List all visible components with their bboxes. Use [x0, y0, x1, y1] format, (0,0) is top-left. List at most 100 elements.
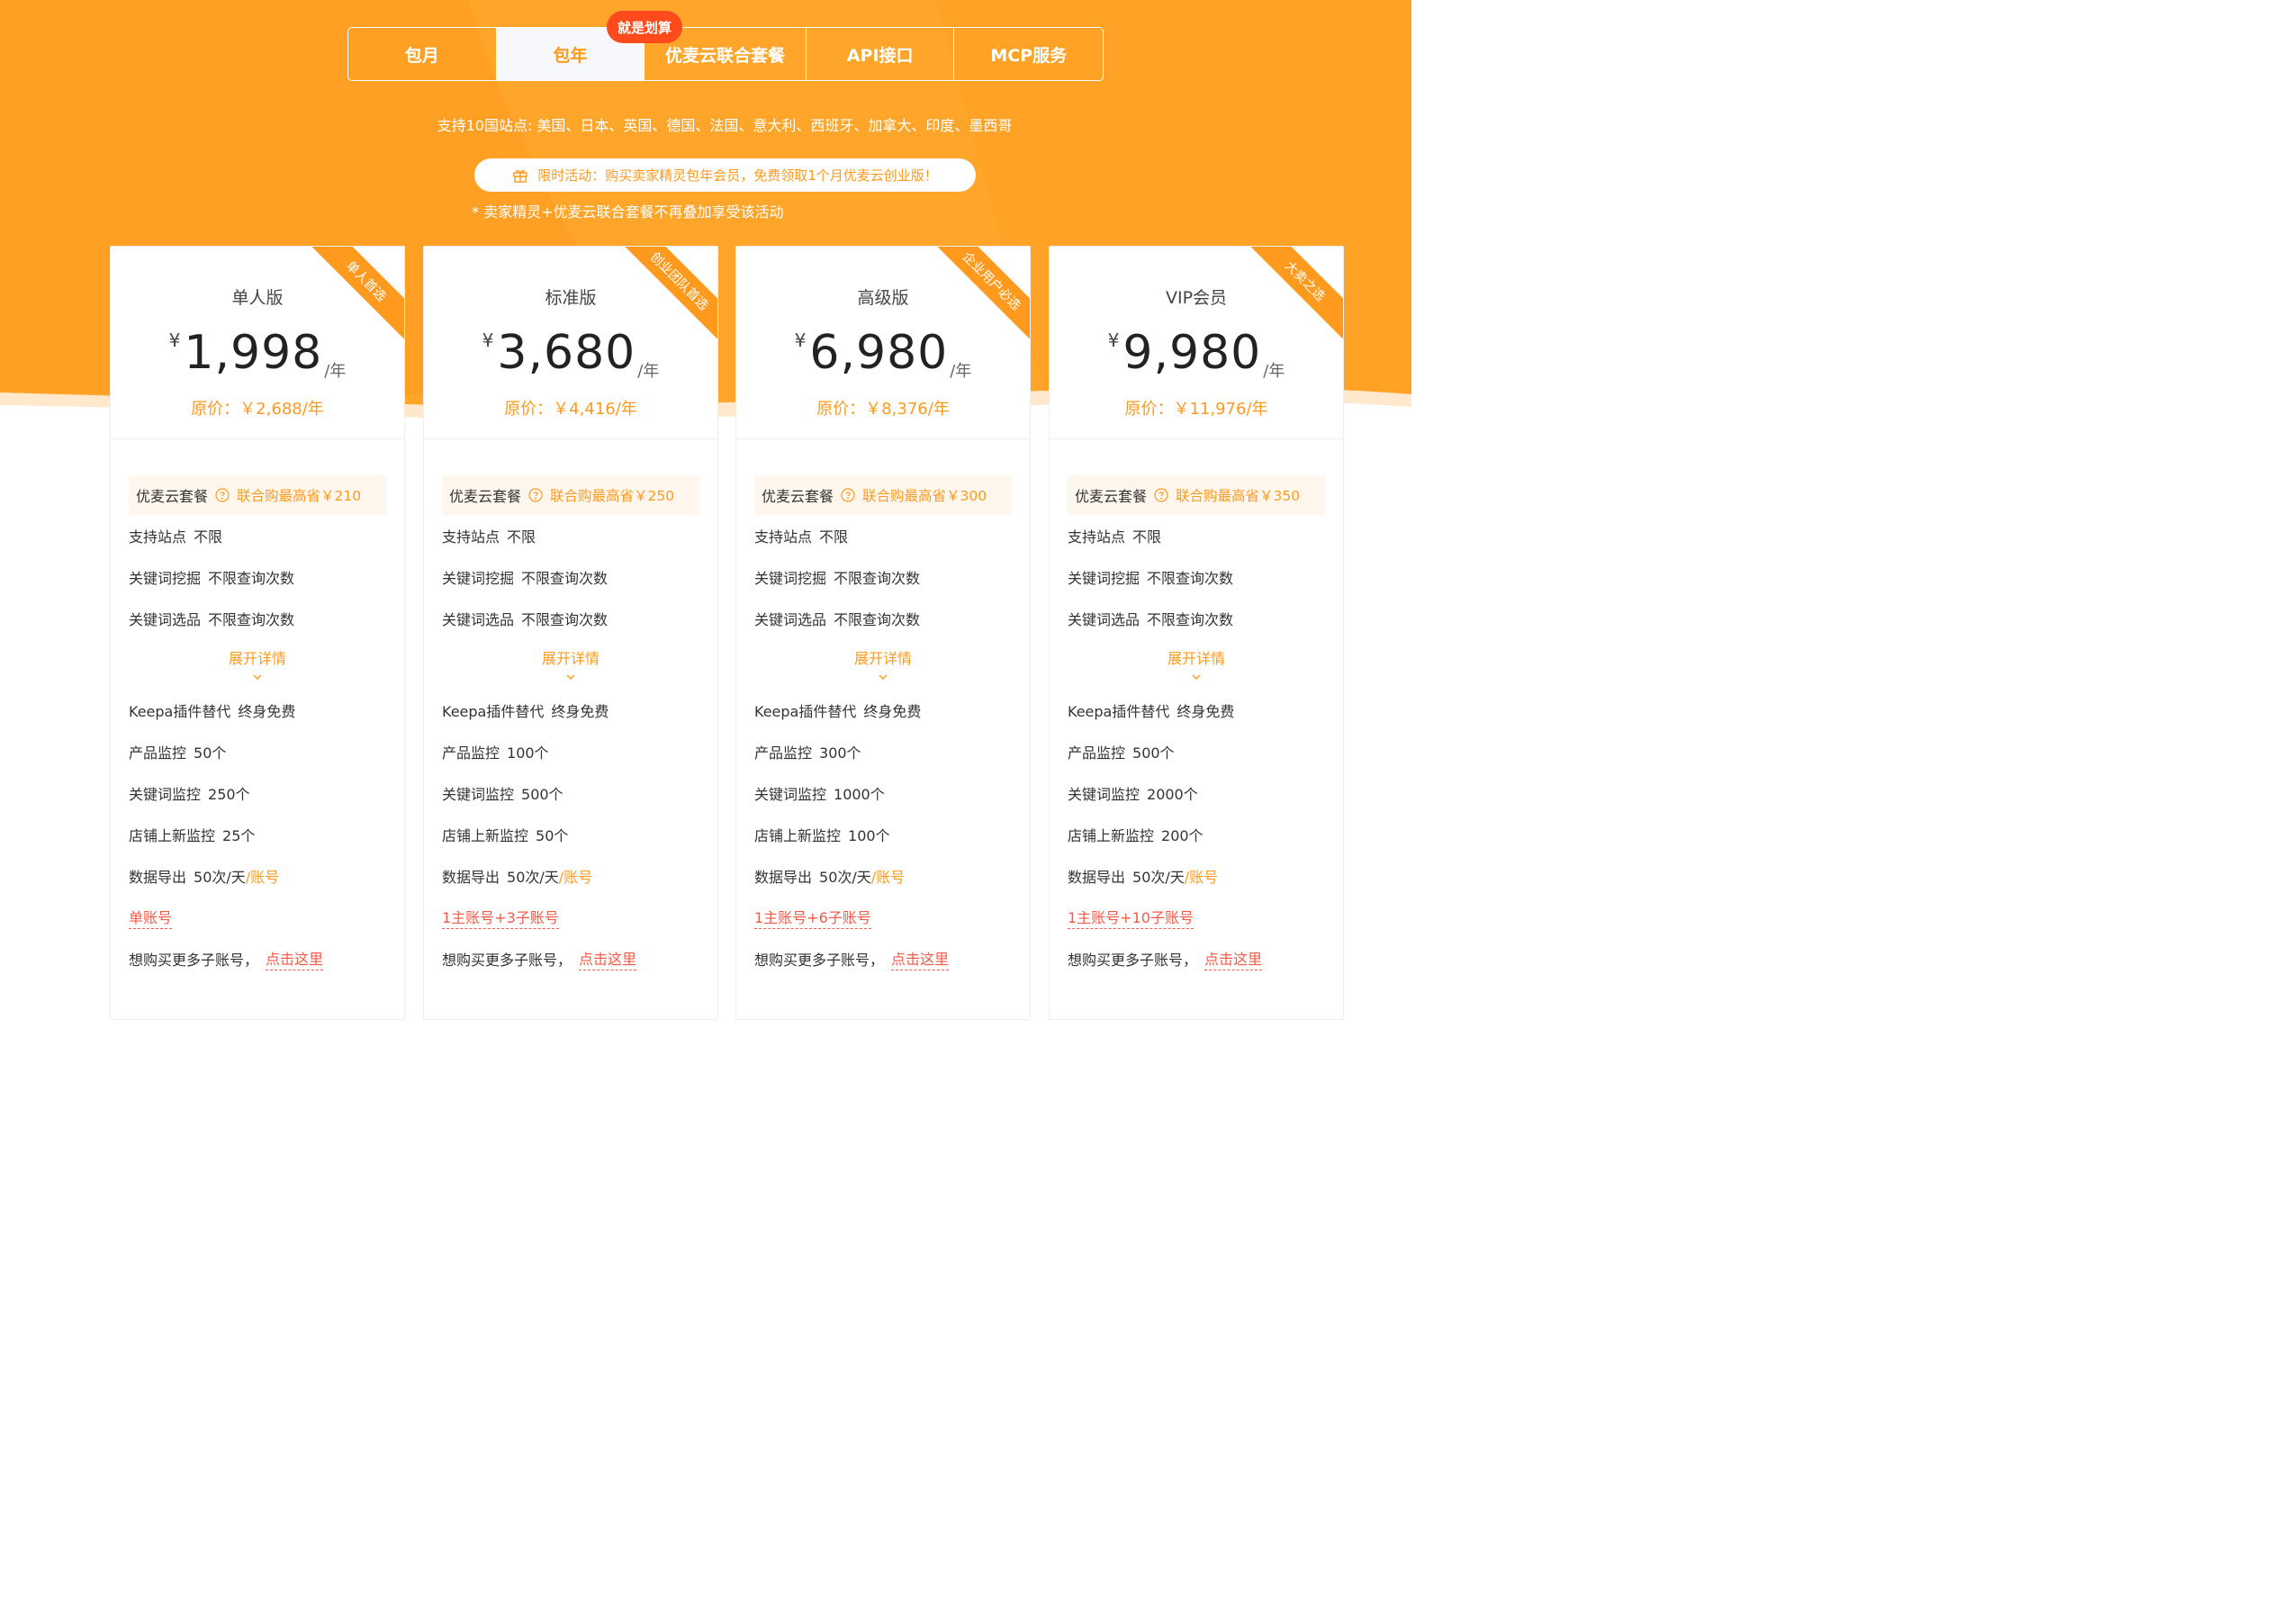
combo-row[interactable]: 优麦云套餐 联合购最高省￥350 — [1068, 475, 1325, 515]
feature-text: 想购买更多子账号， — [442, 952, 572, 969]
question-icon[interactable] — [841, 488, 855, 502]
accounts-link[interactable]: 1主账号+10子账号 — [1068, 906, 1194, 929]
feature-support-sites: 支持站点 不限 — [442, 515, 699, 556]
feature-text: Keepa插件替代 — [754, 703, 857, 720]
feature-shop-monitor: 店铺上新监控 200个 — [1068, 814, 1325, 855]
feature-value: 50个 — [536, 827, 569, 844]
combo-row[interactable]: 优麦云套餐 联合购最高省￥250 — [442, 475, 699, 515]
feature-text: 关键词选品 — [1068, 611, 1140, 628]
plan-features: 优麦云套餐 联合购最高省￥350 支持站点 不限 关键词挖掘 不限查询次数 关键词选… — [1050, 439, 1343, 979]
click-here-link[interactable]: 点击这里 — [891, 947, 950, 970]
feature-text: 想购买更多子账号， — [129, 952, 259, 969]
question-icon[interactable] — [215, 488, 230, 502]
feature-text: Keepa插件替代 — [1068, 703, 1170, 720]
feature-value: 1000个 — [834, 786, 885, 803]
feature-keepa: Keepa插件替代 终身免费 — [442, 690, 699, 731]
feature-value: 500个 — [1132, 744, 1175, 762]
plan-name: 高级版 — [857, 288, 909, 308]
feature-text: 支持站点 — [442, 528, 500, 546]
chevron-down-icon — [566, 674, 575, 680]
click-here-link[interactable]: 点击这里 — [579, 947, 637, 970]
plan-features: 优麦云套餐 联合购最高省￥300 支持站点 不限 关键词挖掘 不限查询次数 关键词选… — [736, 439, 1030, 979]
price-row: ¥ 6,980 /年 — [736, 327, 1030, 382]
feature-text: 50次/天 — [1132, 869, 1185, 886]
currency-symbol: ¥ — [1107, 329, 1120, 351]
original-price: 原价：￥2,688/年 — [191, 400, 324, 419]
feature-text: /账号 — [870, 869, 906, 886]
feature-text: 不限 — [194, 528, 223, 546]
combo-label: 优麦云套餐 — [762, 488, 834, 505]
feature-text: 想购买更多子账号， — [754, 952, 885, 969]
feature-keyword-mining: 关键词挖掘 不限查询次数 — [754, 556, 1012, 598]
expand-label: 展开详情 — [853, 650, 912, 667]
expand-details-button[interactable]: 展开详情 — [442, 639, 699, 690]
expand-details-button[interactable]: 展开详情 — [754, 639, 1012, 690]
feature-keepa: Keepa插件替代 终身免费 — [1068, 690, 1325, 731]
feature-text: 想购买更多子账号， — [1068, 952, 1198, 969]
plan-name: 单人版 — [231, 288, 284, 308]
feature-text: 关键词监控 — [442, 786, 515, 803]
plan-features: 优麦云套餐 联合购最高省￥250 支持站点 不限 关键词挖掘 不限查询次数 关键词选… — [424, 439, 717, 979]
feature-value: 25个 — [222, 827, 256, 844]
combo-row[interactable]: 优麦云套餐 联合购最高省￥210 — [129, 475, 386, 515]
promo-banner[interactable]: 限时活动：购买卖家精灵包年会员，免费领取1个月优麦云创业版！ — [474, 158, 976, 192]
feature-value: 100个 — [848, 827, 890, 844]
feature-value: 50个 — [194, 744, 227, 762]
hot-badge: 就是划算 — [607, 11, 682, 43]
feature-keyword-mining: 关键词挖掘 不限查询次数 — [129, 556, 386, 598]
feature-keyword-mining: 关键词挖掘 不限查询次数 — [442, 556, 699, 598]
accounts-link[interactable]: 1主账号+6子账号 — [754, 906, 871, 929]
feature-text: 不限查询次数 — [834, 611, 921, 628]
feature-text: 店铺上新监控 — [1068, 827, 1155, 844]
feature-keyword-monitor: 关键词监控 1000个 — [754, 772, 1012, 814]
tab-api[interactable]: API接口 — [807, 28, 955, 80]
feature-shop-monitor: 店铺上新监控 100个 — [754, 814, 1012, 855]
tab-mcp[interactable]: MCP服务 — [954, 28, 1103, 80]
tab-label: API接口 — [846, 45, 914, 66]
feature-text: 产品监控 — [1068, 744, 1126, 762]
feature-support-sites: 支持站点 不限 — [129, 515, 386, 556]
feature-data-export: 数据导出 50次/天/账号 — [129, 855, 386, 897]
expand-details-button[interactable]: 展开详情 — [1068, 639, 1325, 690]
feature-text: 关键词监控 — [754, 786, 827, 803]
feature-keyword-select: 关键词选品 不限查询次数 — [1068, 598, 1325, 639]
gift-icon — [512, 167, 528, 184]
price-unit: /年 — [1263, 362, 1285, 381]
tab-label: 优麦云联合套餐 — [665, 45, 786, 66]
expand-details-button[interactable]: 展开详情 — [129, 639, 386, 690]
feature-text: 店铺上新监控 — [754, 827, 842, 844]
combo-savings: 联合购最高省￥350 — [1176, 488, 1301, 504]
feature-text: 产品监控 — [442, 744, 500, 762]
feature-value: 250个 — [208, 786, 250, 803]
plan-card-4: 大卖之选 VIP会员 ¥ 9,980 /年 原价：￥11,976/年 优麦云套餐… — [1049, 246, 1344, 1020]
combo-label: 优麦云套餐 — [449, 488, 522, 505]
feature-data-export: 数据导出 50次/天/账号 — [1068, 855, 1325, 897]
price-unit: /年 — [324, 362, 347, 381]
feature-accounts: 单账号 — [129, 897, 386, 938]
feature-support-sites: 支持站点 不限 — [754, 515, 1012, 556]
feature-product-monitor: 产品监控 500个 — [1068, 731, 1325, 772]
tab-label: 包月 — [404, 45, 439, 66]
click-here-link[interactable]: 点击这里 — [266, 947, 324, 970]
click-here-link[interactable]: 点击这里 — [1204, 947, 1263, 970]
feature-text: 产品监控 — [129, 744, 187, 762]
tab-monthly[interactable]: 包月 — [348, 28, 497, 80]
feature-text: 关键词选品 — [129, 611, 202, 628]
accounts-link[interactable]: 1主账号+3子账号 — [442, 906, 559, 929]
price-unit: /年 — [637, 362, 660, 381]
feature-product-monitor: 产品监控 100个 — [442, 731, 699, 772]
combo-savings: 联合购最高省￥250 — [550, 488, 675, 504]
feature-text: 关键词挖掘 — [754, 570, 827, 587]
feature-accounts: 1主账号+10子账号 — [1068, 897, 1325, 938]
accounts-link[interactable]: 单账号 — [129, 906, 173, 929]
feature-text: 不限 — [1132, 528, 1162, 546]
feature-value: 300个 — [819, 744, 861, 762]
feature-text: 关键词挖掘 — [129, 570, 202, 587]
question-icon[interactable] — [1154, 488, 1168, 502]
combo-row[interactable]: 优麦云套餐 联合购最高省￥300 — [754, 475, 1012, 515]
feature-text: 不限查询次数 — [1147, 611, 1234, 628]
feature-text: 关键词选品 — [442, 611, 515, 628]
feature-text: 支持站点 — [129, 528, 187, 546]
feature-data-export: 数据导出 50次/天/账号 — [442, 855, 699, 897]
question-icon[interactable] — [528, 488, 543, 502]
